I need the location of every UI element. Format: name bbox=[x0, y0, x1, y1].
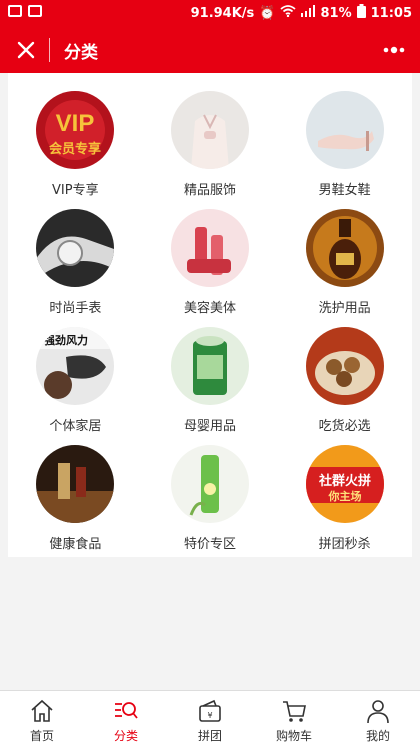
category-home[interactable]: 强劲风力 个体家居 bbox=[8, 327, 143, 445]
category-shoes[interactable]: 男鞋女鞋 bbox=[277, 91, 412, 209]
category-panel: VIP 会员专享 VIP专享 精品服饰 男鞋女鞋 时尚手表 美容美体 洗护用品 … bbox=[8, 73, 412, 557]
category-label: 时尚手表 bbox=[49, 301, 102, 316]
status-bar: 91.94K/s ⏰ 81% 11:05 bbox=[0, 0, 420, 26]
category-search-icon bbox=[115, 702, 138, 719]
category-label: 个体家居 bbox=[49, 419, 102, 434]
tab-label: 拼团 bbox=[197, 729, 222, 743]
category-beauty[interactable]: 美容美体 bbox=[143, 209, 278, 327]
alarm-icon: ⏰ bbox=[259, 5, 276, 21]
tab-label: 分类 bbox=[113, 729, 138, 743]
category-label: 精品服饰 bbox=[183, 183, 236, 198]
network-speed: 91.94K/s bbox=[190, 5, 255, 21]
category-thumb-apparel bbox=[170, 91, 249, 169]
more-dots-icon[interactable] bbox=[382, 41, 406, 59]
signal-icon bbox=[301, 5, 316, 21]
image-icon bbox=[28, 5, 42, 17]
page-title: 分类 bbox=[64, 43, 98, 63]
group-thumb-text: 社群火拼 bbox=[318, 473, 371, 489]
category-label: 美容美体 bbox=[183, 301, 236, 316]
tab-label: 我的 bbox=[365, 729, 390, 743]
svg-text:¥: ¥ bbox=[207, 711, 212, 720]
category-thumb-health-food bbox=[36, 445, 115, 523]
tab-label: 首页 bbox=[29, 729, 54, 743]
tab-category[interactable]: 分类 bbox=[84, 691, 168, 747]
home-icon bbox=[31, 699, 53, 722]
tab-group-buy[interactable]: ¥ 拼团 bbox=[168, 691, 252, 747]
category-label: 拼团秒杀 bbox=[318, 537, 371, 552]
category-grid: VIP 会员专享 VIP专享 精品服饰 男鞋女鞋 时尚手表 美容美体 洗护用品 … bbox=[8, 73, 412, 563]
category-snacks[interactable]: 吃货必选 bbox=[277, 327, 412, 445]
category-thumb-vip: VIP 会员专享 bbox=[36, 91, 115, 169]
category-thumb-specials bbox=[170, 445, 249, 523]
category-label: 健康食品 bbox=[49, 537, 102, 552]
category-specials[interactable]: 特价专区 bbox=[143, 445, 278, 563]
group-thumb-subtext: 你主场 bbox=[327, 489, 361, 503]
category-vip[interactable]: VIP 会员专享 VIP专享 bbox=[8, 91, 143, 209]
category-label: 母婴用品 bbox=[183, 419, 236, 434]
wallet-icon: ¥ bbox=[199, 699, 221, 722]
category-thumb-watches bbox=[36, 209, 115, 287]
close-icon[interactable] bbox=[14, 38, 38, 62]
header-bar: 分类 bbox=[0, 26, 420, 73]
user-icon bbox=[367, 700, 389, 724]
notification-icon bbox=[8, 5, 22, 17]
category-watches[interactable]: 时尚手表 bbox=[8, 209, 143, 327]
category-label: 特价专区 bbox=[183, 537, 236, 552]
clock: 11:05 bbox=[370, 5, 412, 21]
vip-thumb-text: VIP bbox=[56, 110, 95, 137]
battery-icon bbox=[356, 4, 366, 22]
wifi-icon bbox=[280, 5, 297, 21]
category-thumb-shoes bbox=[305, 91, 384, 169]
tab-home[interactable]: 首页 bbox=[0, 691, 84, 747]
category-label: 洗护用品 bbox=[318, 301, 371, 316]
category-thumb-beauty bbox=[170, 209, 249, 287]
cart-icon bbox=[283, 701, 306, 722]
battery-level: 81% bbox=[320, 5, 352, 21]
header-divider bbox=[49, 38, 50, 62]
category-thumb-baby bbox=[170, 327, 249, 405]
category-toiletries[interactable]: 洗护用品 bbox=[277, 209, 412, 327]
tab-profile[interactable]: 我的 bbox=[336, 691, 420, 747]
tab-label: 购物车 bbox=[275, 729, 312, 743]
category-health-food[interactable]: 健康食品 bbox=[8, 445, 143, 563]
category-group-flash[interactable]: 社群火拼 你主场 拼团秒杀 bbox=[277, 445, 412, 563]
category-thumb-toiletries bbox=[305, 209, 384, 287]
bottom-tab-bar: 首页 分类 ¥ 拼团 购物车 我的 bbox=[0, 690, 420, 747]
category-label: VIP专享 bbox=[52, 183, 99, 198]
category-label: 男鞋女鞋 bbox=[318, 183, 371, 198]
category-thumb-group-flash: 社群火拼 你主场 bbox=[305, 445, 384, 523]
category-label: 吃货必选 bbox=[318, 419, 371, 434]
category-apparel[interactable]: 精品服饰 bbox=[143, 91, 278, 209]
vip-thumb-subtext: 会员专享 bbox=[49, 141, 101, 157]
category-thumb-snacks bbox=[305, 327, 384, 405]
category-baby[interactable]: 母婴用品 bbox=[143, 327, 278, 445]
tab-cart[interactable]: 购物车 bbox=[252, 691, 336, 747]
category-thumb-home: 强劲风力 bbox=[36, 327, 115, 405]
home-thumb-text: 强劲风力 bbox=[44, 333, 88, 347]
